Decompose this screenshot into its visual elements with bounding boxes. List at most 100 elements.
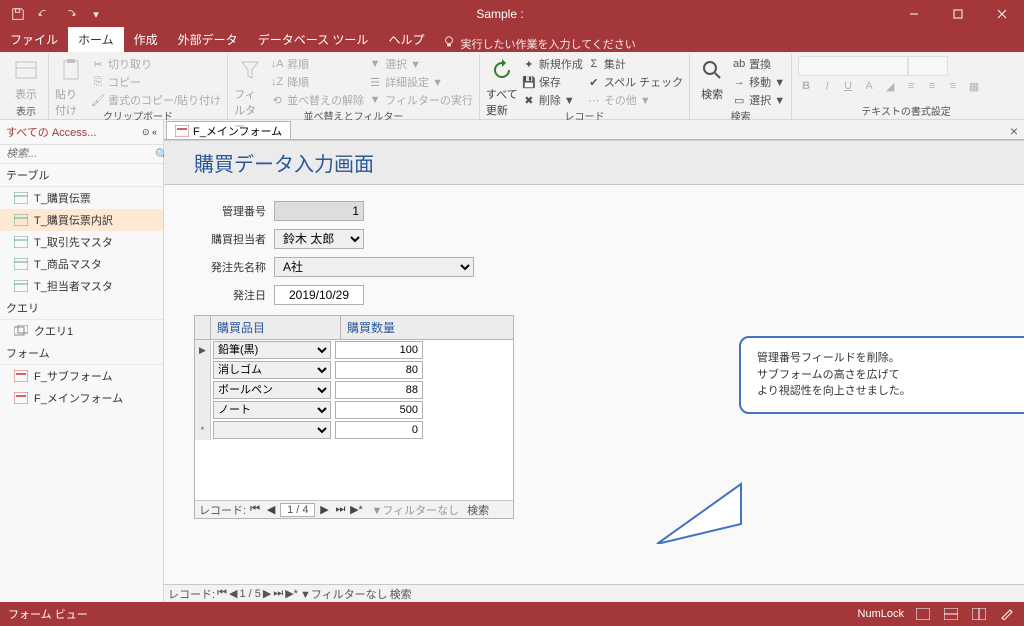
align-right-button[interactable]: ≡ bbox=[945, 80, 961, 96]
nav-prev-button[interactable]: ◀ bbox=[264, 503, 278, 516]
toggle-filter-button[interactable]: ▼フィルターの実行 bbox=[368, 92, 473, 108]
document-close-button[interactable]: × bbox=[1004, 123, 1024, 139]
nav-item-table[interactable]: T_購買伝票 bbox=[0, 187, 163, 209]
align-center-button[interactable]: ≡ bbox=[924, 80, 940, 96]
layout-view-icon[interactable] bbox=[970, 606, 988, 622]
delete-record-button[interactable]: ✖削除 ▼ bbox=[522, 92, 583, 108]
subform-row[interactable]: ボールペン bbox=[195, 380, 513, 400]
item-select[interactable]: ノート bbox=[213, 401, 331, 419]
more-records-button[interactable]: ⋯その他 ▼ bbox=[587, 92, 683, 108]
redo-icon[interactable] bbox=[58, 3, 82, 25]
row-selector[interactable]: ▶ bbox=[195, 340, 211, 360]
new-record-button[interactable]: ✦新規作成 bbox=[522, 56, 583, 72]
nav-last-button[interactable]: ⏭ bbox=[333, 503, 347, 516]
view-button[interactable]: 表示 bbox=[10, 56, 42, 102]
underline-button[interactable]: U bbox=[840, 80, 856, 96]
qty-input[interactable] bbox=[335, 361, 423, 379]
paste-button[interactable]: 貼り付け bbox=[55, 56, 87, 118]
qty-input[interactable] bbox=[335, 401, 423, 419]
nav-header[interactable]: すべての Access... ⊙ « bbox=[0, 120, 163, 145]
spellcheck-button[interactable]: ✔スペル チェック bbox=[587, 74, 683, 90]
sort-desc-button[interactable]: ↓Z降順 bbox=[270, 74, 364, 90]
close-button[interactable] bbox=[980, 0, 1024, 28]
date-field[interactable] bbox=[274, 285, 364, 305]
save-icon[interactable] bbox=[6, 3, 30, 25]
undo-icon[interactable] bbox=[32, 3, 56, 25]
item-select[interactable]: 消しゴム bbox=[213, 361, 331, 379]
find-button[interactable]: 検索 bbox=[696, 56, 728, 102]
item-select[interactable] bbox=[213, 421, 331, 439]
qty-input[interactable] bbox=[335, 381, 423, 399]
qty-input[interactable] bbox=[335, 341, 423, 359]
nav-next-button[interactable]: ▶ bbox=[263, 587, 271, 600]
gridlines-button[interactable]: ▦ bbox=[966, 80, 982, 96]
copy-button[interactable]: ⎘コピー bbox=[91, 74, 221, 90]
font-color-button[interactable]: A bbox=[861, 80, 877, 96]
fill-color-button[interactable]: ◢ bbox=[882, 80, 898, 96]
tab-create[interactable]: 作成 bbox=[124, 27, 168, 52]
item-select[interactable]: ボールペン bbox=[213, 381, 331, 399]
item-select[interactable]: 鉛筆(黒) bbox=[213, 341, 331, 359]
nav-last-button[interactable]: ⏭ bbox=[273, 587, 283, 600]
nav-item-table[interactable]: T_商品マスタ bbox=[0, 253, 163, 275]
nav-search-input[interactable] bbox=[0, 145, 155, 163]
nav-prev-button[interactable]: ◀ bbox=[229, 587, 237, 600]
nav-next-button[interactable]: ▶ bbox=[317, 503, 331, 516]
design-view-icon[interactable] bbox=[998, 606, 1016, 622]
nav-new-button[interactable]: ▶* bbox=[285, 587, 298, 600]
row-selector[interactable] bbox=[195, 380, 211, 400]
save-record-button[interactable]: 💾保存 bbox=[522, 74, 583, 90]
nav-position[interactable]: 1 / 4 bbox=[280, 503, 315, 517]
nav-category-queries[interactable]: クエリ bbox=[0, 297, 163, 320]
nav-item-table[interactable]: T_取引先マスタ bbox=[0, 231, 163, 253]
row-selector[interactable] bbox=[195, 360, 211, 380]
subform-row[interactable]: ノート bbox=[195, 400, 513, 420]
nav-category-tables[interactable]: テーブル bbox=[0, 164, 163, 187]
nav-item-table[interactable]: T_購買伝票内訳 bbox=[0, 209, 163, 231]
cut-button[interactable]: ✂切り取り bbox=[91, 56, 221, 72]
person-select[interactable]: 鈴木 太郎 bbox=[274, 229, 364, 249]
nav-item-table[interactable]: T_担当者マスタ bbox=[0, 275, 163, 297]
nav-search[interactable]: 検索 bbox=[467, 502, 489, 518]
tab-home[interactable]: ホーム bbox=[68, 27, 124, 52]
align-left-button[interactable]: ≡ bbox=[903, 80, 919, 96]
document-tab[interactable]: F_メインフォーム bbox=[166, 121, 291, 139]
font-size-combo[interactable] bbox=[908, 56, 948, 76]
nav-category-forms[interactable]: フォーム bbox=[0, 342, 163, 365]
nav-new-button[interactable]: ▶* bbox=[349, 503, 363, 516]
qty-input[interactable] bbox=[335, 421, 423, 439]
row-selector[interactable]: * bbox=[195, 420, 211, 440]
nav-item-query[interactable]: クエリ1 bbox=[0, 320, 163, 342]
filter-button[interactable]: フィルター bbox=[234, 56, 266, 134]
nav-item-form[interactable]: F_メインフォーム bbox=[0, 387, 163, 409]
subform-row[interactable]: ▶鉛筆(黒) bbox=[195, 340, 513, 360]
qat-customize-icon[interactable]: ▾ bbox=[84, 3, 108, 25]
replace-button[interactable]: ab置換 bbox=[732, 56, 785, 72]
clear-sort-button[interactable]: ⟲並べ替えの解除 bbox=[270, 92, 364, 108]
totals-button[interactable]: Σ集計 bbox=[587, 56, 683, 72]
selection-filter-button[interactable]: ▼選択 ▼ bbox=[368, 56, 473, 72]
tell-me[interactable]: 実行したい作業を入力してください bbox=[434, 35, 643, 52]
goto-button[interactable]: →移動 ▼ bbox=[732, 74, 785, 90]
advanced-filter-button[interactable]: ☰詳細設定 ▼ bbox=[368, 74, 473, 90]
sort-asc-button[interactable]: ↓A昇順 bbox=[270, 56, 364, 72]
row-selector[interactable] bbox=[195, 400, 211, 420]
bold-button[interactable]: B bbox=[798, 80, 814, 96]
form-view-icon[interactable] bbox=[914, 606, 932, 622]
nav-position[interactable]: 1 / 5 bbox=[239, 588, 260, 600]
nav-item-form[interactable]: F_サブフォーム bbox=[0, 365, 163, 387]
italic-button[interactable]: I bbox=[819, 80, 835, 96]
font-family-combo[interactable] bbox=[798, 56, 908, 76]
tab-file[interactable]: ファイル bbox=[0, 27, 68, 52]
tab-help[interactable]: ヘルプ bbox=[378, 27, 434, 52]
nav-search[interactable]: 検索 bbox=[390, 586, 412, 602]
tab-database-tools[interactable]: データベース ツール bbox=[248, 27, 379, 52]
maximize-button[interactable] bbox=[936, 0, 980, 28]
subform-row[interactable]: 消しゴム bbox=[195, 360, 513, 380]
format-painter-button[interactable]: 🖌書式のコピー/貼り付け bbox=[91, 92, 221, 108]
tab-external-data[interactable]: 外部データ bbox=[168, 27, 248, 52]
subform-row[interactable]: * bbox=[195, 420, 513, 440]
minimize-button[interactable] bbox=[892, 0, 936, 28]
vendor-select[interactable]: A社 bbox=[274, 257, 474, 277]
nav-first-button[interactable]: ⏮ bbox=[217, 587, 227, 600]
